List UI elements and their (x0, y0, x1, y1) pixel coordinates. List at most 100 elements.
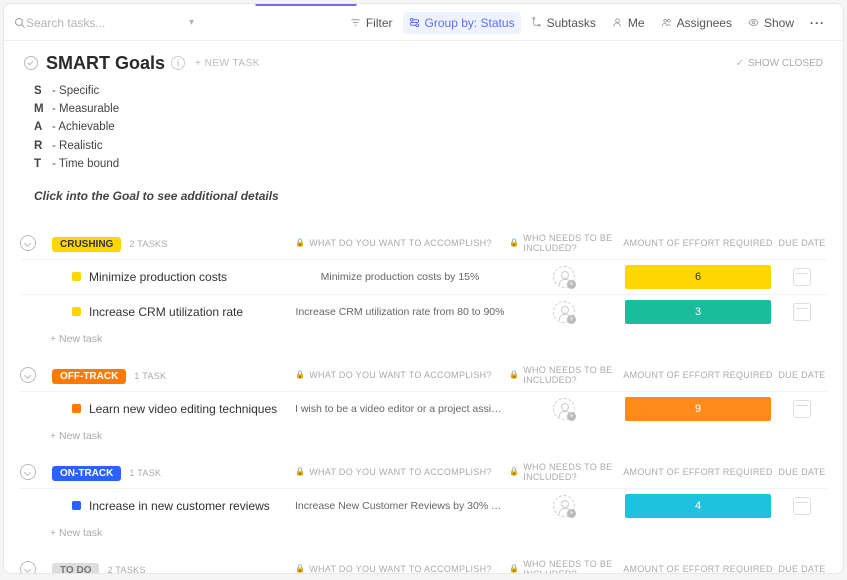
lock-icon: 🔒 (295, 564, 305, 573)
group-header: TO DO2 TASKS🔒WHAT DO YOU WANT TO ACCOMPL… (20, 557, 827, 573)
due-date-cell[interactable] (777, 268, 827, 286)
smart-row: A- Achievable (34, 118, 823, 136)
status-chip[interactable]: OFF-TRACK (52, 369, 126, 384)
me-button[interactable]: Me (606, 12, 651, 34)
assignee-add-icon[interactable]: + (553, 398, 575, 420)
col-header-effort: AMOUNT OF EFFORT REQUIRED (623, 564, 773, 573)
task-row[interactable]: Increase in new customer reviews Increase… (20, 488, 827, 523)
due-date-cell[interactable] (777, 400, 827, 418)
filter-button[interactable]: Filter (344, 12, 399, 34)
more-menu[interactable]: ··· (804, 12, 831, 34)
subtasks-icon (531, 17, 543, 29)
subtasks-label: Subtasks (547, 16, 596, 30)
due-date-cell[interactable] (777, 303, 827, 321)
status-circle-icon (24, 56, 38, 70)
assignees-button[interactable]: Assignees (655, 12, 738, 34)
col-header-accomplish: 🔒WHAT DO YOU WANT TO ACCOMPLISH? (295, 467, 505, 477)
task-group: ON-TRACK 1 TASK 🔒WHAT DO YOU WANT TO ACCOM… (20, 460, 827, 543)
chevron-down-icon[interactable]: ▾ (189, 17, 194, 28)
lock-icon: 🔒 (509, 238, 519, 247)
task-row[interactable]: Minimize production costs Minimize produc… (20, 259, 827, 294)
status-chip[interactable]: CRUSHING (52, 237, 121, 252)
assignee-cell[interactable]: + (509, 398, 619, 420)
col-header-included: 🔒WHO NEEDS TO BE INCLUDED? (509, 233, 619, 253)
task-count: 2 TASKS (129, 239, 167, 249)
task-name[interactable]: Increase in new customer reviews (89, 499, 270, 513)
task-accomplish: Increase New Customer Reviews by 30% Yea… (295, 500, 505, 512)
effort-value[interactable]: 9 (625, 397, 771, 421)
smart-letter: T (34, 155, 46, 173)
collapse-toggle[interactable] (20, 561, 36, 573)
filter-label: Filter (366, 16, 393, 30)
lock-icon: 🔒 (509, 564, 519, 573)
effort-value[interactable]: 3 (625, 300, 771, 324)
col-header-effort: AMOUNT OF EFFORT REQUIRED (623, 467, 773, 477)
task-count: 1 TASK (134, 371, 166, 381)
assignee-cell[interactable]: + (509, 301, 619, 323)
show-button[interactable]: Show (742, 12, 800, 34)
collapse-toggle[interactable] (20, 367, 36, 383)
new-task-header-button[interactable]: + NEW TASK (195, 58, 260, 69)
task-group: TO DO2 TASKS🔒WHAT DO YOU WANT TO ACCOMPL… (20, 557, 827, 573)
col-header-due: DUE DATE (777, 238, 827, 248)
add-task-button[interactable]: + New task (20, 523, 827, 543)
col-header-included: 🔒WHO NEEDS TO BE INCLUDED? (509, 559, 619, 573)
status-dot[interactable] (72, 404, 81, 413)
page-title: SMART Goals (46, 53, 165, 74)
smart-letter: M (34, 100, 46, 118)
task-name[interactable]: Learn new video editing techniques (89, 402, 277, 416)
show-label: Show (764, 16, 794, 30)
smart-row: M - Measurable (34, 100, 823, 118)
status-chip[interactable]: ON-TRACK (52, 466, 121, 481)
assignee-cell[interactable]: + (509, 266, 619, 288)
task-name[interactable]: Increase CRM utilization rate (89, 305, 243, 319)
status-dot[interactable] (72, 307, 81, 316)
collapse-toggle[interactable] (20, 464, 36, 480)
effort-value[interactable]: 6 (625, 265, 771, 289)
show-closed-button[interactable]: ✓ SHOW CLOSED (736, 58, 823, 69)
group-header: ON-TRACK 1 TASK 🔒WHAT DO YOU WANT TO ACCOM… (20, 460, 827, 484)
assignee-add-icon[interactable]: + (553, 495, 575, 517)
col-header-accomplish: 🔒WHAT DO YOU WANT TO ACCOMPLISH? (295, 238, 505, 248)
collapse-toggle[interactable] (20, 235, 36, 251)
lock-icon: 🔒 (295, 370, 305, 379)
group-by-label: Group by: Status (425, 16, 515, 30)
smart-text: - Specific (52, 82, 99, 100)
calendar-icon[interactable] (793, 400, 811, 418)
status-chip[interactable]: TO DO (52, 563, 99, 573)
col-header-effort: AMOUNT OF EFFORT REQUIRED (623, 370, 773, 380)
show-closed-label: SHOW CLOSED (748, 58, 823, 69)
task-count: 1 TASK (129, 468, 161, 478)
status-dot[interactable] (72, 272, 81, 281)
group-by-button[interactable]: Group by: Status (403, 12, 521, 34)
filter-icon (350, 17, 362, 29)
col-header-due: DUE DATE (777, 370, 827, 380)
info-icon[interactable]: i (171, 56, 185, 70)
assignee-cell[interactable]: + (509, 495, 619, 517)
task-row[interactable]: Increase CRM utilization rateIncrease CR… (20, 294, 827, 329)
status-dot[interactable] (72, 501, 81, 510)
search-icon (14, 17, 26, 29)
due-date-cell[interactable] (777, 497, 827, 515)
search-box[interactable]: ▾ (14, 16, 194, 30)
calendar-icon[interactable] (793, 268, 811, 286)
smart-row: T- Time bound (34, 155, 823, 173)
task-row[interactable]: Learn new video editing techniquesI wish… (20, 391, 827, 426)
task-accomplish: Minimize production costs by 15% (295, 271, 505, 283)
smart-text: - Measurable (52, 100, 119, 118)
smart-text: - Achievable (52, 118, 115, 136)
calendar-icon[interactable] (793, 497, 811, 515)
assignee-add-icon[interactable]: + (553, 301, 575, 323)
dots-icon: ··· (810, 16, 825, 30)
task-name[interactable]: Minimize production costs (89, 270, 227, 284)
add-task-button[interactable]: + New task (20, 426, 827, 446)
col-header-due: DUE DATE (777, 564, 827, 573)
effort-value[interactable]: 4 (625, 494, 771, 518)
search-input[interactable] (26, 16, 156, 30)
subtasks-button[interactable]: Subtasks (525, 12, 602, 34)
smart-text: - Realistic (52, 137, 102, 155)
calendar-icon[interactable] (793, 303, 811, 321)
group-header: CRUSHING 2 TASKS 🔒WHAT DO YOU WANT TO ACCO… (20, 231, 827, 255)
assignee-add-icon[interactable]: + (553, 266, 575, 288)
add-task-button[interactable]: + New task (20, 329, 827, 349)
